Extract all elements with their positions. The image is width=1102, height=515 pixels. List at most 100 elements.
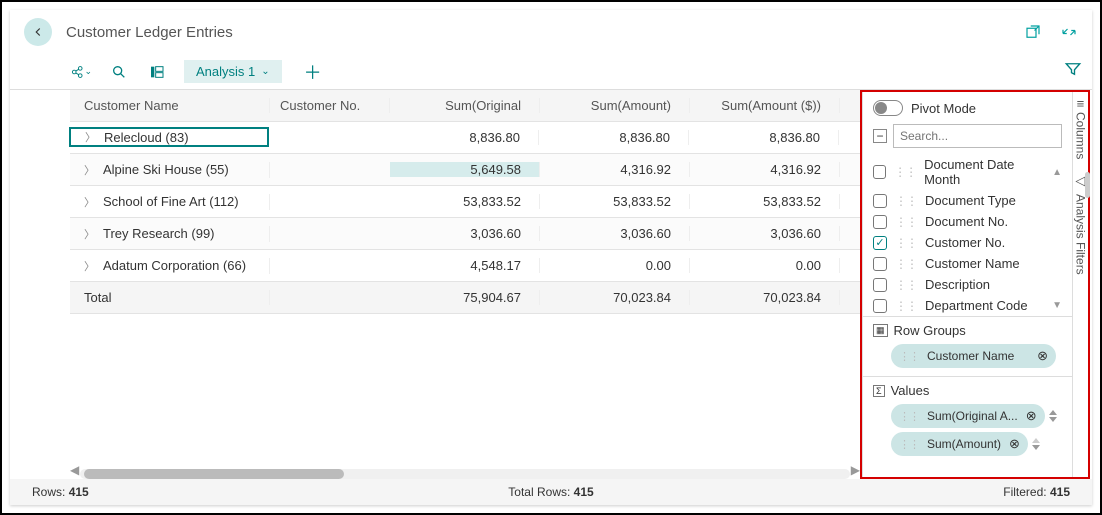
row-group-pill[interactable]: ⋮⋮ Customer Name ⊗ <box>891 344 1056 368</box>
drag-handle-icon[interactable]: ⋮⋮ <box>895 257 917 271</box>
cell-c1[interactable]: 3,036.60 <box>390 226 540 241</box>
expand-icon[interactable]: 〉 <box>84 162 95 178</box>
chevron-down-icon: ⌄ <box>261 66 269 77</box>
cell-c2[interactable]: 4,316.92 <box>540 162 690 177</box>
column-item[interactable]: ⋮⋮ Customer Name <box>863 253 1072 274</box>
remove-icon[interactable]: ⊗ <box>1009 436 1020 452</box>
table-row[interactable]: 〉Relecloud (83)8,836.808,836.808,836.80 <box>70 122 860 154</box>
move-down-icon[interactable] <box>1032 445 1040 450</box>
col-header-custno[interactable]: Customer No. <box>270 98 390 113</box>
layout-icon[interactable] <box>146 61 168 83</box>
values-title: Values <box>891 383 930 398</box>
drag-handle-icon[interactable]: ⋮⋮ <box>894 165 916 179</box>
cell-c3[interactable]: 0.00 <box>690 258 840 273</box>
drag-handle-icon[interactable]: ⋮⋮ <box>899 438 919 451</box>
checkbox[interactable] <box>873 257 887 271</box>
column-item[interactable]: ⋮⋮ Description <box>863 274 1072 295</box>
column-item-label: Customer No. <box>925 235 1005 250</box>
expand-icon[interactable]: 〉 <box>84 226 95 242</box>
column-item[interactable]: ⋮⋮Document Date Month▲ <box>863 154 1072 190</box>
total-c1: 75,904.67 <box>390 290 540 305</box>
column-search-input[interactable] <box>893 124 1062 148</box>
value-pill[interactable]: ⋮⋮ Sum(Amount) ⊗ <box>891 432 1028 456</box>
horizontal-scrollbar[interactable]: ◀ ▶ <box>70 465 860 479</box>
col-header-c3[interactable]: Sum(Amount ($)) <box>690 98 840 113</box>
column-item-label: Document No. <box>925 214 1008 229</box>
cell-c2[interactable]: 8,836.80 <box>539 130 689 145</box>
cell-c2[interactable]: 53,833.52 <box>540 194 690 209</box>
drag-handle-icon[interactable]: ⋮⋮ <box>899 410 919 423</box>
checkbox[interactable]: ✓ <box>873 236 887 250</box>
checkbox[interactable] <box>873 165 886 179</box>
search-icon[interactable] <box>108 61 130 83</box>
col-header-c2[interactable]: Sum(Amount) <box>540 98 690 113</box>
column-item[interactable]: ⋮⋮ Document No. <box>863 211 1072 232</box>
cell-c3[interactable]: 3,036.60 <box>690 226 840 241</box>
table-row[interactable]: 〉Trey Research (99)3,036.603,036.603,036… <box>70 218 860 250</box>
col-header-c1[interactable]: Sum(Original <box>390 98 540 113</box>
collapse-icon[interactable] <box>1060 23 1078 41</box>
checkbox[interactable] <box>873 194 887 208</box>
analysis-tab[interactable]: Analysis 1 ⌄ <box>184 60 282 83</box>
cell-c3[interactable]: 8,836.80 <box>689 130 839 145</box>
cell-c3[interactable]: 53,833.52 <box>690 194 840 209</box>
drag-handle-icon[interactable]: ⋮⋮ <box>895 194 917 208</box>
cell-c1[interactable]: 4,548.17 <box>390 258 540 273</box>
cell-c1[interactable]: 53,833.52 <box>390 194 540 209</box>
column-item-label: Department Code <box>925 298 1028 313</box>
cell-c2[interactable]: 0.00 <box>540 258 690 273</box>
vtab-columns-label: Columns <box>1074 112 1088 159</box>
expand-icon[interactable]: 〉 <box>84 258 95 274</box>
remove-icon[interactable]: ⊗ <box>1037 348 1048 364</box>
pivot-mode-toggle[interactable] <box>873 100 903 116</box>
total-c3: 70,023.84 <box>690 290 840 305</box>
row-group-label: Customer Name <box>927 349 1029 363</box>
cell-c3[interactable]: 4,316.92 <box>690 162 840 177</box>
col-header-name[interactable]: Customer Name <box>70 98 270 113</box>
row-name: School of Fine Art (112) <box>103 194 239 209</box>
drag-handle-icon[interactable]: ⋮⋮ <box>895 299 917 313</box>
row-groups-header[interactable]: ▦ Row Groups <box>873 323 1062 338</box>
checkbox[interactable] <box>873 215 887 229</box>
row-name: Adatum Corporation (66) <box>103 258 246 273</box>
share-menu-icon[interactable]: ⌄ <box>70 61 92 83</box>
column-item[interactable]: ⋮⋮Department Code▼ <box>863 295 1072 316</box>
remove-icon[interactable]: ⊗ <box>1026 408 1037 424</box>
vtab-filters-label: Analysis Filters <box>1074 194 1088 275</box>
expand-icon[interactable]: 〉 <box>84 194 95 210</box>
drag-handle-icon[interactable]: ⋮⋮ <box>899 350 919 363</box>
cell-c1[interactable]: 8,836.80 <box>389 130 539 145</box>
checkbox[interactable] <box>873 299 887 313</box>
column-item-label: Description <box>925 277 990 292</box>
column-item[interactable]: ⋮⋮Document Type <box>863 190 1072 211</box>
drag-handle-icon[interactable]: ⋮⋮ <box>895 278 917 292</box>
drag-handle-icon[interactable]: ⋮⋮ <box>895 215 917 229</box>
checkbox[interactable] <box>873 278 887 292</box>
expand-icon[interactable]: 〉 <box>85 129 96 145</box>
back-button[interactable] <box>24 18 52 46</box>
value-pill[interactable]: ⋮⋮Sum(Original A...⊗ <box>891 404 1045 428</box>
add-tab-button[interactable]: ＋ <box>304 59 322 85</box>
panel-scrollbar[interactable] <box>1085 172 1090 198</box>
filter-icon[interactable] <box>1064 60 1082 81</box>
column-item[interactable]: ✓ ⋮⋮ Customer No. <box>863 232 1072 253</box>
column-item-label: Customer Name <box>925 256 1020 271</box>
collapse-all-icon[interactable]: − <box>873 129 887 143</box>
cell-c2[interactable]: 3,036.60 <box>540 226 690 241</box>
vtab-columns[interactable]: ≡Columns <box>1073 100 1088 159</box>
share-icon[interactable] <box>1024 23 1042 41</box>
table-row[interactable]: 〉Adatum Corporation (66)4,548.170.000.00 <box>70 250 860 282</box>
table-row[interactable]: 〉School of Fine Art (112)53,833.5253,833… <box>70 186 860 218</box>
table-row[interactable]: 〉Alpine Ski House (55)5,649.584,316.924,… <box>70 154 860 186</box>
values-header[interactable]: Σ Values <box>873 383 1062 398</box>
move-up-icon[interactable] <box>1049 410 1057 415</box>
total-label: Total <box>70 290 270 305</box>
pivot-mode-label: Pivot Mode <box>911 101 976 116</box>
value-pill-label: Sum(Amount) <box>927 437 1001 451</box>
status-bar: Rows: 415 Total Rows: 415 Filtered: 415 <box>10 479 1092 505</box>
move-up-icon[interactable] <box>1032 438 1040 443</box>
analysis-tab-label: Analysis 1 <box>196 64 255 79</box>
drag-handle-icon[interactable]: ⋮⋮ <box>895 236 917 250</box>
move-down-icon[interactable] <box>1049 417 1057 422</box>
cell-c1[interactable]: 5,649.58 <box>390 162 540 177</box>
